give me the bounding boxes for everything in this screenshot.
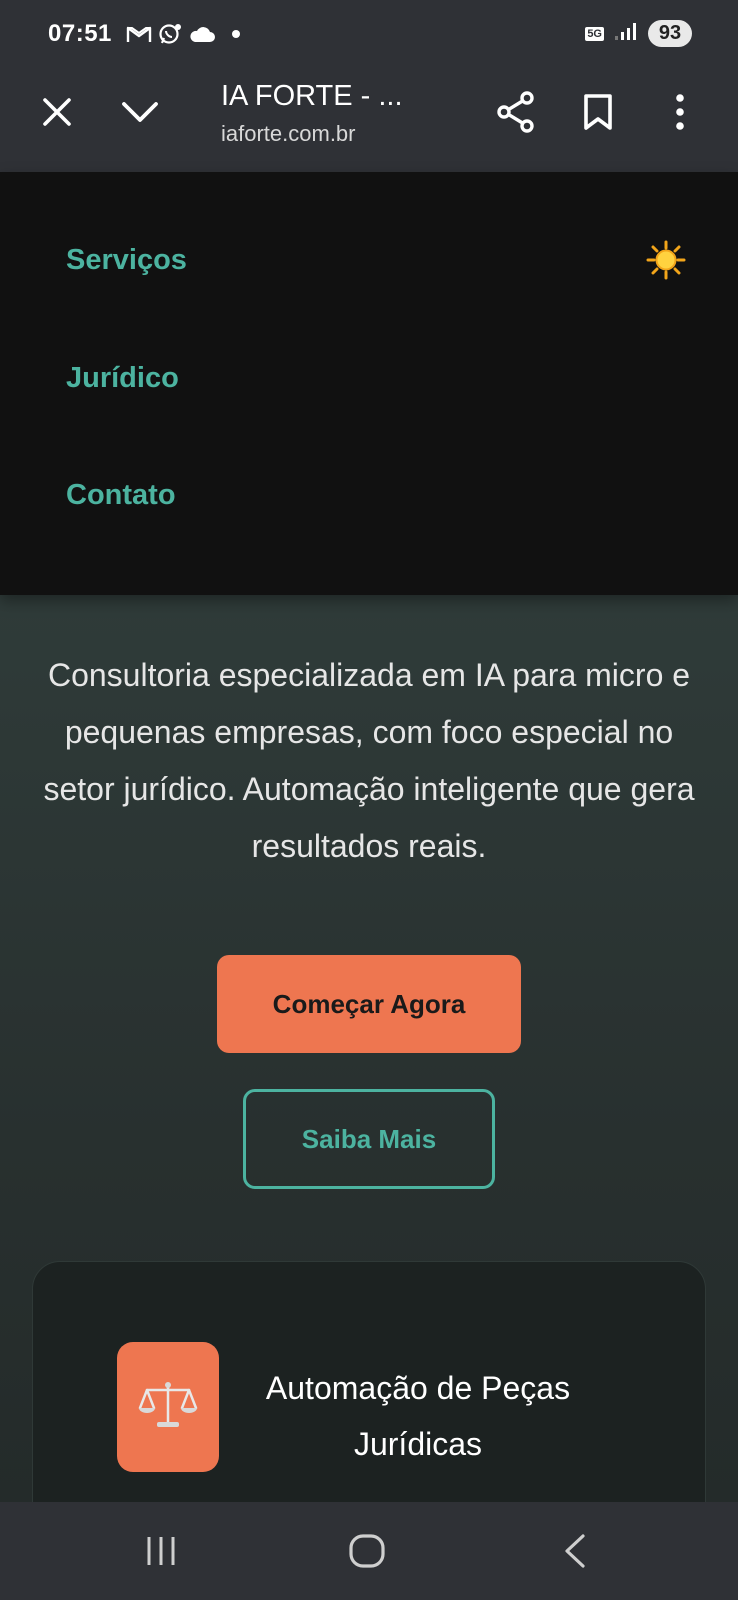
- bookmark-icon[interactable]: [574, 88, 622, 136]
- scales-icon: [137, 1380, 199, 1435]
- browser-toolbar: IA FORTE - ... iaforte.com.br: [0, 70, 738, 172]
- page-url: iaforte.com.br: [221, 121, 356, 146]
- recent-apps-icon[interactable]: [131, 1526, 191, 1576]
- main-content: Consultoria especializada em IA para mic…: [0, 595, 738, 1561]
- page-title-area[interactable]: IA FORTE - ... iaforte.com.br: [221, 80, 403, 147]
- nav-item-servicos[interactable]: Serviços: [66, 244, 187, 277]
- system-nav-bar: [0, 1502, 738, 1600]
- nav-item-contato[interactable]: Contato: [66, 479, 176, 512]
- status-bar: 07:51 5G 93: [0, 0, 738, 70]
- system-status-icons: 5G 93: [585, 20, 692, 47]
- whatsapp-icon: [158, 22, 182, 46]
- learn-more-button[interactable]: Saiba Mais: [243, 1089, 495, 1189]
- nav-menu: Serviços Jurídico Contato: [0, 172, 738, 595]
- gmail-icon: [126, 24, 152, 44]
- back-icon[interactable]: [545, 1526, 605, 1576]
- card-icon-box: [117, 1342, 219, 1472]
- home-icon[interactable]: [337, 1526, 397, 1576]
- nav-item-juridico[interactable]: Jurídico: [66, 362, 179, 395]
- battery-indicator: 93: [648, 20, 692, 47]
- more-vert-icon[interactable]: [656, 88, 704, 136]
- close-icon[interactable]: [33, 88, 81, 136]
- hero-description: Consultoria especializada em IA para mic…: [43, 657, 695, 864]
- status-time: 07:51: [48, 20, 112, 47]
- browser-chrome: 07:51 5G 93 IA FORTE - ... iaforte.com.b…: [0, 0, 738, 172]
- signal-icon: [614, 21, 638, 46]
- notification-icons: [126, 22, 240, 46]
- card-title: Automação de Peças Jurídicas: [265, 1370, 571, 1462]
- share-icon[interactable]: [492, 88, 540, 136]
- network-type: 5G: [585, 26, 604, 41]
- start-now-button[interactable]: Começar Agora: [217, 955, 521, 1053]
- cloud-icon: [188, 24, 216, 44]
- notification-dot: [232, 30, 240, 38]
- chevron-down-icon[interactable]: [116, 88, 164, 136]
- page-title: IA FORTE - ...: [221, 80, 403, 112]
- sun-icon[interactable]: [646, 240, 686, 280]
